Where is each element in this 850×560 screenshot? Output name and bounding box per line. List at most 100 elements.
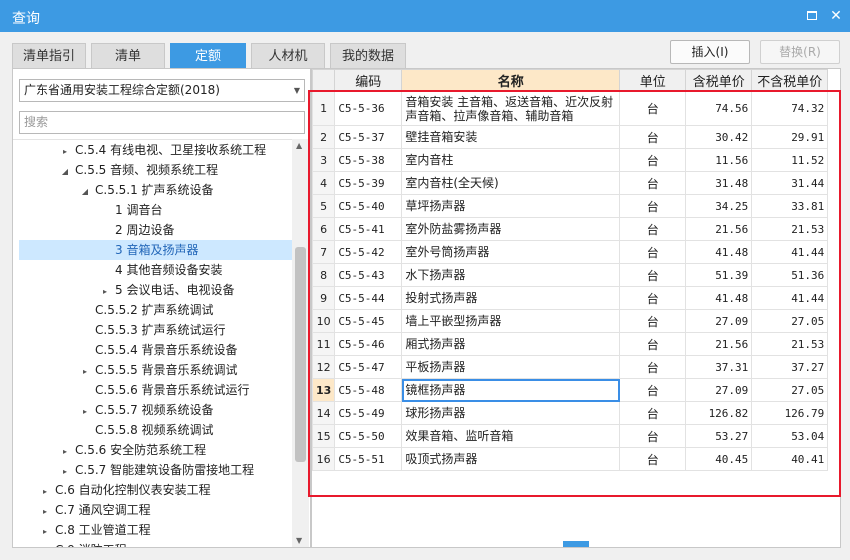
table-row[interactable]: 14 C5-5-49 球形扬声器台 126.82 126.79 xyxy=(312,401,829,425)
tree-item[interactable]: ▸ C.5.5.5 背景音乐系统调试 xyxy=(19,360,292,380)
replace-button[interactable]: 替换(R) xyxy=(760,40,840,64)
cell-name[interactable]: 室外号筒扬声器 xyxy=(401,240,621,264)
table-row[interactable]: 9 C5-5-44 投射式扬声器台 41.48 41.44 xyxy=(312,286,829,310)
cell-name[interactable]: 室内音柱 xyxy=(401,148,621,172)
tree-item[interactable]: ▸ C.5.7 智能建筑设备防雷接地工程 xyxy=(19,460,292,480)
row-number[interactable]: 14 xyxy=(312,401,336,425)
table-row[interactable]: 5 C5-5-40 草坪扬声器台 34.25 33.81 xyxy=(312,194,829,218)
tree-item[interactable]: ▸ C.6 自动化控制仪表安装工程 xyxy=(19,480,292,500)
table-row[interactable]: 4 C5-5-39 室内音柱(全天候) 台 31.48 31.44 xyxy=(312,171,829,195)
row-number[interactable]: 6 xyxy=(312,217,336,241)
row-number[interactable]: 1 xyxy=(312,91,336,126)
cell-unit[interactable]: 台 xyxy=(619,171,687,195)
tree-item[interactable]: 3 音箱及扬声器 xyxy=(19,240,292,260)
col-header-price-incl-tax[interactable]: 含税单价 xyxy=(685,69,753,92)
tree-item[interactable]: 4 其他音频设备安装 xyxy=(19,260,292,280)
cell-name[interactable]: 壁挂音箱安装 xyxy=(401,125,621,149)
table-row[interactable]: 2 C5-5-37 壁挂音箱安装台 30.42 29.91 xyxy=(312,125,829,149)
tab-bill[interactable]: 清单 xyxy=(91,43,165,69)
tree-item[interactable]: C.5.5.4 背景音乐系统设备 xyxy=(19,340,292,360)
cell-price-incl-tax[interactable]: 41.48 xyxy=(685,286,753,310)
table-row[interactable]: 11 C5-5-46 厢式扬声器台 21.56 21.53 xyxy=(312,332,829,356)
table-row[interactable]: 3 C5-5-38 室内音柱台 11.56 11.52 xyxy=(312,148,829,172)
cell-price-excl-tax[interactable]: 31.44 xyxy=(751,171,829,195)
close-button[interactable]: ✕ xyxy=(826,6,846,26)
library-select[interactable]: 广东省通用安装工程综合定额(2018) ▼ xyxy=(19,79,305,102)
table-row[interactable]: 13 C5-5-48 镜框扬声器台 27.09 27.05 xyxy=(312,378,829,402)
cell-price-excl-tax[interactable]: 37.27 xyxy=(751,355,829,379)
row-number[interactable]: 13 xyxy=(312,378,336,402)
collapse-icon[interactable]: ◢ xyxy=(59,162,71,182)
tree-item[interactable]: C.5.5.3 扩声系统试运行 xyxy=(19,320,292,340)
expand-icon[interactable]: ▸ xyxy=(99,282,111,302)
cell-name[interactable]: 效果音箱、监听音箱 xyxy=(401,424,621,448)
row-number[interactable]: 9 xyxy=(312,286,336,310)
cell-price-excl-tax[interactable]: 126.79 xyxy=(751,401,829,425)
row-number[interactable]: 16 xyxy=(312,447,336,471)
cell-name[interactable]: 室内音柱(全天候) xyxy=(401,171,621,195)
cell-unit[interactable]: 台 xyxy=(619,424,687,448)
cell-code[interactable]: C5-5-39 xyxy=(334,171,403,195)
cell-code[interactable]: C5-5-50 xyxy=(334,424,403,448)
search-input[interactable]: 搜索 xyxy=(19,111,305,134)
cell-price-incl-tax[interactable]: 11.56 xyxy=(685,148,753,172)
row-number[interactable]: 10 xyxy=(312,309,336,333)
cell-name[interactable]: 室外防盐雾扬声器 xyxy=(401,217,621,241)
tree-item[interactable]: ▸ C.8 工业管道工程 xyxy=(19,520,292,540)
tree-item[interactable]: 2 周边设备 xyxy=(19,220,292,240)
row-number[interactable]: 5 xyxy=(312,194,336,218)
cell-code[interactable]: C5-5-44 xyxy=(334,286,403,310)
restore-button[interactable] xyxy=(802,6,822,26)
cell-unit[interactable]: 台 xyxy=(619,194,687,218)
table-row[interactable]: 10 C5-5-45 墙上平嵌型扬声器台 27.09 27.05 xyxy=(312,309,829,333)
tree-item[interactable]: ▸ 5 会议电话、电视设备 xyxy=(19,280,292,300)
cell-price-incl-tax[interactable]: 126.82 xyxy=(685,401,753,425)
cell-name[interactable]: 草坪扬声器 xyxy=(401,194,621,218)
row-number[interactable]: 15 xyxy=(312,424,336,448)
table-row[interactable]: 16 C5-5-51 吸顶式扬声器台 40.45 40.41 xyxy=(312,447,829,471)
expand-icon[interactable]: ▸ xyxy=(39,522,51,542)
cell-unit[interactable]: 台 xyxy=(619,125,687,149)
cell-price-incl-tax[interactable]: 41.48 xyxy=(685,240,753,264)
cell-price-incl-tax[interactable]: 34.25 xyxy=(685,194,753,218)
scroll-thumb[interactable] xyxy=(295,247,306,462)
tree-item[interactable]: C.5.5.2 扩声系统调试 xyxy=(19,300,292,320)
tab-quota[interactable]: 定额 xyxy=(170,43,246,69)
tree-scrollbar[interactable]: ▲ ▼ xyxy=(292,139,309,547)
cell-price-excl-tax[interactable]: 21.53 xyxy=(751,332,829,356)
cell-code[interactable]: C5-5-49 xyxy=(334,401,403,425)
cell-price-incl-tax[interactable]: 31.48 xyxy=(685,171,753,195)
cell-unit[interactable]: 台 xyxy=(619,309,687,333)
cell-name[interactable]: 平板扬声器 xyxy=(401,355,621,379)
tree-item[interactable]: ▸ C.9 消防工程 xyxy=(19,540,292,547)
cell-unit[interactable]: 台 xyxy=(619,378,687,402)
col-header-price-excl-tax[interactable]: 不含税单价 xyxy=(751,69,829,92)
expand-icon[interactable]: ▸ xyxy=(39,482,51,502)
cell-price-excl-tax[interactable]: 53.04 xyxy=(751,424,829,448)
expand-icon[interactable]: ▸ xyxy=(39,542,51,547)
cell-price-incl-tax[interactable]: 27.09 xyxy=(685,309,753,333)
table-row[interactable]: 12 C5-5-47 平板扬声器台 37.31 37.27 xyxy=(312,355,829,379)
cell-price-excl-tax[interactable]: 41.44 xyxy=(751,240,829,264)
cell-price-incl-tax[interactable]: 21.56 xyxy=(685,332,753,356)
row-number[interactable]: 12 xyxy=(312,355,336,379)
cell-code[interactable]: C5-5-46 xyxy=(334,332,403,356)
col-header-name[interactable]: 名称 xyxy=(401,69,621,92)
cell-unit[interactable]: 台 xyxy=(619,217,687,241)
row-number[interactable]: 8 xyxy=(312,263,336,287)
insert-button[interactable]: 插入(I) xyxy=(670,40,750,64)
tree-item[interactable]: C.5.5.8 视频系统调试 xyxy=(19,420,292,440)
cell-price-incl-tax[interactable]: 30.42 xyxy=(685,125,753,149)
cell-code[interactable]: C5-5-41 xyxy=(334,217,403,241)
tree-item[interactable]: ◢ C.5.5.1 扩声系统设备 xyxy=(19,180,292,200)
cell-unit[interactable]: 台 xyxy=(619,240,687,264)
expand-icon[interactable]: ▸ xyxy=(59,462,71,482)
cell-price-excl-tax[interactable]: 41.44 xyxy=(751,286,829,310)
cell-code[interactable]: C5-5-36 xyxy=(334,91,403,126)
table-row[interactable]: 6 C5-5-41 室外防盐雾扬声器台 21.56 21.53 xyxy=(312,217,829,241)
cell-name[interactable]: 音箱安装 主音箱、返送音箱、近次反射声音箱、拉声像音箱、辅助音箱 xyxy=(401,91,621,126)
tab-materials[interactable]: 人材机 xyxy=(251,43,325,69)
cell-code[interactable]: C5-5-43 xyxy=(334,263,403,287)
cell-price-excl-tax[interactable]: 21.53 xyxy=(751,217,829,241)
cell-name[interactable]: 镜框扬声器 xyxy=(401,378,621,402)
